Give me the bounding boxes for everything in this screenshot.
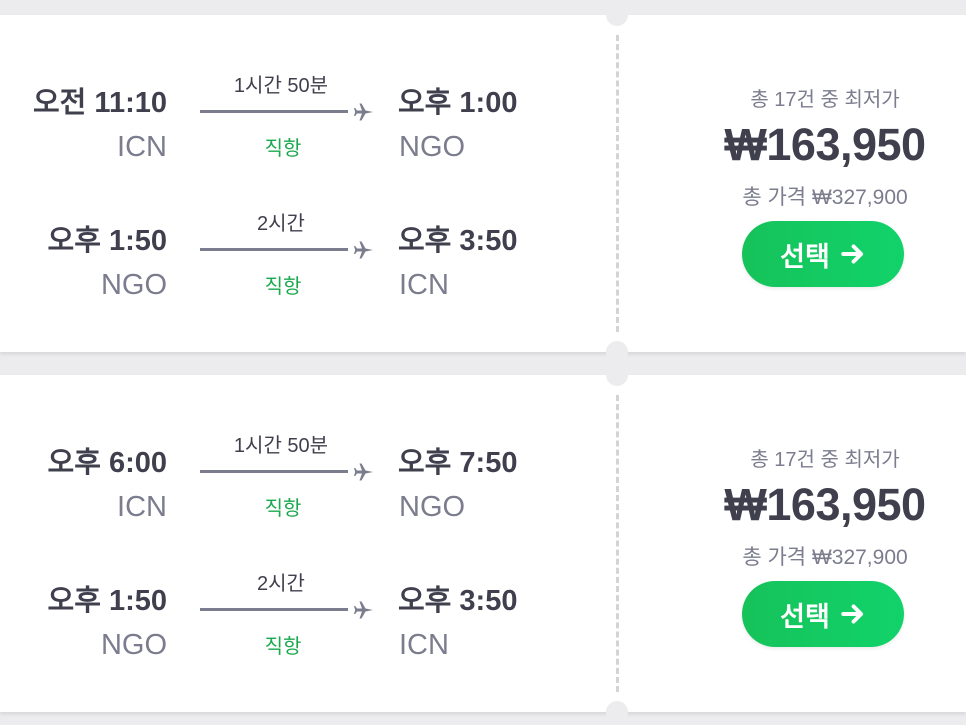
ticket-notch bbox=[606, 701, 628, 723]
price-per-person: ₩163,950 bbox=[724, 479, 926, 530]
stops-label: 직항 bbox=[264, 636, 302, 658]
ticket-perforation bbox=[616, 35, 619, 332]
flight-result-card: 오후 6:00 ICN 1시간 50분 직항 오후 7:50 NGO 오후 1:… bbox=[0, 364, 966, 723]
price-caption: 총 17건 중 최저가 bbox=[750, 449, 900, 471]
ticket-notch bbox=[606, 364, 628, 386]
select-button[interactable]: 선택 bbox=[742, 221, 904, 287]
return-leg: 오후 1:50 NGO 2시간 직항 오후 3:50 ICN bbox=[0, 565, 600, 685]
plane-icon bbox=[354, 463, 373, 481]
flight-duration: 2시간 bbox=[257, 573, 305, 595]
arrival-airport-code: ICN bbox=[399, 269, 449, 301]
arrival-time: 오후 7:50 bbox=[398, 447, 518, 479]
price-panel: 총 17건 중 최저가 ₩163,950 총 가격 ₩327,900 선택 bbox=[628, 375, 966, 712]
plane-icon bbox=[354, 241, 373, 259]
price-per-person: ₩163,950 bbox=[724, 119, 926, 170]
total-price: 총 가격 ₩327,900 bbox=[742, 186, 908, 209]
route-line bbox=[200, 470, 348, 473]
departure-time: 오후 1:50 bbox=[47, 585, 167, 617]
outbound-leg: 오후 6:00 ICN 1시간 50분 직항 오후 7:50 NGO bbox=[0, 427, 600, 547]
departure-airport-code: NGO bbox=[100, 629, 167, 661]
price-panel: 총 17건 중 최저가 ₩163,950 총 가격 ₩327,900 선택 bbox=[628, 15, 966, 352]
arrival-airport-code: NGO bbox=[399, 491, 466, 523]
arrival-airport-code: NGO bbox=[399, 131, 466, 163]
departure-time: 오후 6:00 bbox=[47, 447, 167, 479]
arrival-time: 오후 3:50 bbox=[398, 225, 518, 257]
plane-icon bbox=[354, 103, 373, 121]
route-line bbox=[200, 110, 348, 113]
flight-duration: 2시간 bbox=[257, 213, 305, 235]
flight-duration: 1시간 50분 bbox=[233, 75, 329, 97]
ticket-perforation bbox=[616, 395, 619, 692]
arrival-airport-code: ICN bbox=[399, 629, 449, 661]
return-leg: 오후 1:50 NGO 2시간 직항 오후 3:50 ICN bbox=[0, 205, 600, 325]
ticket-notch bbox=[606, 4, 628, 26]
ticket-notch bbox=[606, 341, 628, 363]
departure-airport-code: ICN bbox=[117, 491, 167, 523]
stops-label: 직항 bbox=[264, 138, 302, 160]
route-line bbox=[200, 608, 348, 611]
total-price: 총 가격 ₩327,900 bbox=[742, 546, 908, 569]
arrival-time: 오후 1:00 bbox=[398, 87, 518, 119]
flight-duration: 1시간 50분 bbox=[233, 435, 329, 457]
stops-label: 직항 bbox=[264, 498, 302, 520]
select-button[interactable]: 선택 bbox=[742, 581, 904, 647]
departure-time: 오전 11:10 bbox=[33, 87, 167, 119]
plane-icon bbox=[354, 601, 373, 619]
departure-airport-code: NGO bbox=[100, 269, 167, 301]
price-caption: 총 17건 중 최저가 bbox=[750, 89, 900, 111]
route-line bbox=[200, 248, 348, 251]
arrival-time: 오후 3:50 bbox=[398, 585, 518, 617]
stops-label: 직항 bbox=[264, 276, 302, 298]
select-button-label: 선택 bbox=[780, 601, 830, 632]
departure-airport-code: ICN bbox=[117, 131, 167, 163]
arrow-right-icon bbox=[841, 604, 863, 624]
flight-result-card: 오전 11:10 ICN 1시간 50분 직항 오후 1:00 NGO 오후 1… bbox=[0, 4, 966, 363]
outbound-leg: 오전 11:10 ICN 1시간 50분 직항 오후 1:00 NGO bbox=[0, 67, 600, 187]
select-button-label: 선택 bbox=[780, 241, 830, 272]
arrow-right-icon bbox=[841, 244, 863, 264]
departure-time: 오후 1:50 bbox=[47, 225, 167, 257]
